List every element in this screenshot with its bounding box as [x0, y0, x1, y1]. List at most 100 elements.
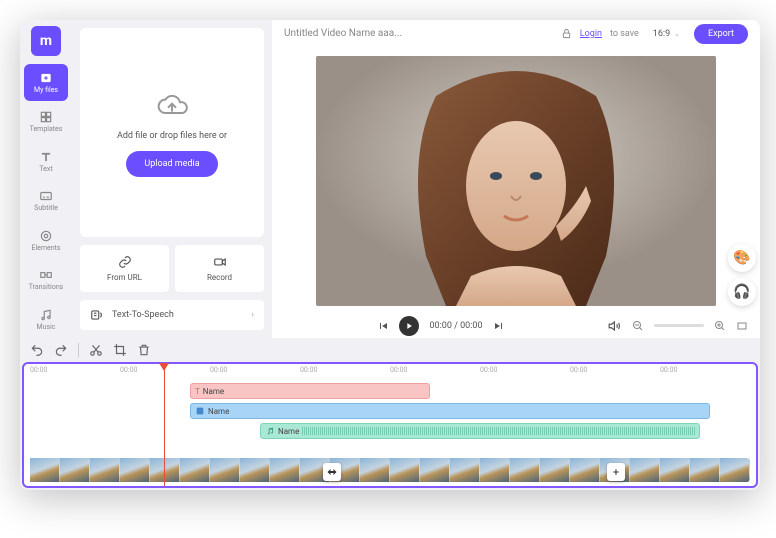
elements-icon: [39, 229, 53, 243]
time-current: 00:00: [429, 321, 451, 331]
link-icon: [118, 255, 132, 269]
timeline-ruler[interactable]: 00:0000:0000:0000:0000:0000:0000:0000:00: [24, 364, 756, 380]
sidebar-item-music[interactable]: Music: [24, 301, 68, 338]
export-button[interactable]: Export: [694, 24, 748, 44]
tts-icon: [90, 308, 104, 322]
drop-text: Add file or drop files here or: [117, 131, 227, 141]
camera-icon: [213, 255, 227, 269]
ruler-tick: 00:00: [480, 366, 497, 374]
action-label: From URL: [107, 273, 142, 282]
lock-icon: [561, 28, 572, 39]
video-thumbnail[interactable]: [480, 458, 510, 482]
sidebar-item-transitions[interactable]: Transitions: [24, 261, 68, 298]
video-thumbnail[interactable]: [390, 458, 420, 482]
transitions-icon: [39, 268, 53, 282]
templates-icon: [39, 110, 53, 124]
from-url-button[interactable]: From URL: [80, 245, 169, 292]
video-thumbnail[interactable]: [510, 458, 540, 482]
record-button[interactable]: Record: [175, 245, 264, 292]
text-icon: [39, 150, 53, 164]
waveform: [302, 427, 695, 435]
sidebar-item-label: Music: [37, 323, 56, 331]
video-thumbnail[interactable]: [150, 458, 180, 482]
video-thumbnail[interactable]: [90, 458, 120, 482]
ruler-tick: 00:00: [390, 366, 407, 374]
drop-zone[interactable]: Add file or drop files here or Upload me…: [80, 28, 264, 237]
headset-icon: 🎧: [733, 284, 750, 300]
cut-button[interactable]: [89, 343, 103, 357]
video-thumbnail[interactable]: [660, 458, 690, 482]
video-thumbnail[interactable]: [210, 458, 240, 482]
app-logo: m: [31, 26, 61, 56]
playback-controls: 00:00 / 00:00: [272, 314, 760, 338]
fit-button[interactable]: [736, 320, 748, 332]
volume-button[interactable]: [608, 319, 622, 333]
palette-icon: 🎨: [733, 250, 750, 266]
sidebar-item-myfiles[interactable]: My files: [24, 64, 68, 101]
preview-area: 🎨 🎧: [272, 48, 760, 314]
video-thumbnail[interactable]: [120, 458, 150, 482]
sidebar-item-label: Elements: [31, 244, 60, 252]
sidebar-item-templates[interactable]: Templates: [24, 103, 68, 140]
text-icon: T: [195, 387, 200, 396]
chevron-right-icon: ›: [251, 310, 254, 320]
video-thumbnail[interactable]: [30, 458, 60, 482]
shape-clip[interactable]: Name: [190, 403, 710, 419]
ruler-tick: 00:00: [660, 366, 677, 374]
sidebar-item-text[interactable]: Text: [24, 143, 68, 180]
redo-button[interactable]: [54, 343, 68, 357]
video-thumbnail[interactable]: [180, 458, 210, 482]
text-clip[interactable]: T Name: [190, 383, 430, 399]
project-title[interactable]: Untitled Video Name aaa...: [284, 28, 553, 39]
zoom-out-button[interactable]: [632, 320, 644, 332]
transition-marker[interactable]: [323, 463, 341, 481]
timeline-toolbar: [20, 338, 760, 362]
header: Untitled Video Name aaa... Login to save…: [272, 20, 760, 48]
video-thumbnail[interactable]: [540, 458, 570, 482]
play-button[interactable]: [399, 316, 419, 336]
ruler-tick: 00:00: [30, 366, 47, 374]
text-to-speech-button[interactable]: Text-To-Speech ›: [80, 300, 264, 330]
skip-forward-button[interactable]: [493, 320, 505, 332]
music-icon: [39, 308, 53, 322]
zoom-slider[interactable]: [654, 324, 704, 327]
delete-button[interactable]: [137, 343, 151, 357]
audio-clip[interactable]: Name: [260, 423, 700, 439]
clip-label: Name: [208, 407, 229, 416]
save-text: to save: [610, 29, 639, 39]
video-thumbnail[interactable]: [60, 458, 90, 482]
video-thumbnail[interactable]: [630, 458, 660, 482]
sidebar-item-subtitle[interactable]: Subtitle: [24, 182, 68, 219]
video-thumbnail[interactable]: [690, 458, 720, 482]
subtitle-icon: [39, 189, 53, 203]
palette-button[interactable]: 🎨: [728, 244, 756, 272]
timeline: 00:0000:0000:0000:0000:0000:0000:0000:00…: [22, 362, 758, 488]
time-display: 00:00 / 00:00: [429, 321, 482, 331]
video-thumbnail[interactable]: [420, 458, 450, 482]
video-thumbnail[interactable]: [720, 458, 750, 482]
sidebar-item-label: Transitions: [29, 283, 64, 291]
login-link[interactable]: Login: [580, 29, 602, 39]
media-panel: Add file or drop files here or Upload me…: [72, 20, 272, 338]
video-preview[interactable]: [316, 56, 716, 306]
support-button[interactable]: 🎧: [728, 278, 756, 306]
sidebar-item-label: Text: [39, 165, 52, 173]
ruler-tick: 00:00: [300, 366, 317, 374]
upload-media-button[interactable]: Upload media: [126, 151, 217, 177]
undo-button[interactable]: [30, 343, 44, 357]
video-track[interactable]: +: [24, 458, 756, 486]
aspect-ratio-selector[interactable]: 16:9⌄: [647, 27, 686, 41]
sidebar-item-elements[interactable]: Elements: [24, 222, 68, 259]
zoom-in-button[interactable]: [714, 320, 726, 332]
add-marker[interactable]: +: [607, 463, 625, 481]
video-thumbnail[interactable]: [240, 458, 270, 482]
tts-label: Text-To-Speech: [112, 310, 174, 320]
sidebar: m My files Templates Text Subtitle Eleme…: [20, 20, 72, 338]
crop-button[interactable]: [113, 343, 127, 357]
video-thumbnail[interactable]: [570, 458, 600, 482]
skip-back-button[interactable]: [377, 320, 389, 332]
playhead[interactable]: [164, 364, 165, 486]
video-thumbnail[interactable]: [450, 458, 480, 482]
video-thumbnail[interactable]: [360, 458, 390, 482]
video-thumbnail[interactable]: [270, 458, 300, 482]
